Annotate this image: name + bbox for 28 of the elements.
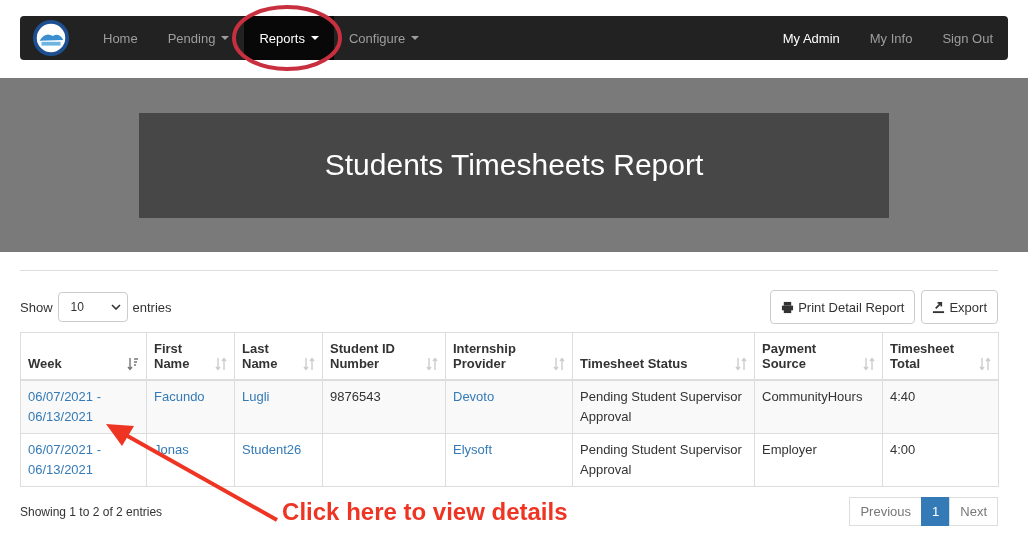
table-cell: Pending Student Supervisor Approval <box>580 442 742 477</box>
nav-item[interactable]: Sign Out <box>927 16 1008 60</box>
printer-icon <box>781 300 795 314</box>
nav-item[interactable]: My Info <box>854 16 928 60</box>
nav-item[interactable]: Home <box>88 16 153 60</box>
show-label: Show <box>20 299 53 315</box>
table-cell: 9876543 <box>330 389 381 404</box>
entries-label: entries <box>132 299 172 315</box>
nav-item[interactable]: My Admin <box>767 16 855 60</box>
table-cell: 4:00 <box>890 442 916 457</box>
callout-text: Click here to view details <box>282 497 568 526</box>
table-cell: Pending Student Supervisor Approval <box>580 389 742 424</box>
page-button[interactable]: 1 <box>921 497 951 526</box>
table-cell: Employer <box>762 442 817 457</box>
page-title: Students Timesheets Report <box>324 148 704 182</box>
table-cell: 4:40 <box>890 389 916 404</box>
chevron-icon <box>110 304 121 310</box>
seal-logo[interactable] <box>32 19 70 57</box>
print-button[interactable]: Print Detail Report <box>770 290 916 324</box>
nav-item[interactable]: Configure <box>333 16 435 60</box>
export-button[interactable]: Export <box>921 290 998 324</box>
entries-info: Showing 1 to 2 of 2 entries <box>20 504 163 519</box>
export-icon <box>932 300 946 314</box>
nav-item[interactable]: Pending <box>152 16 245 60</box>
nav-item[interactable]: Reports <box>244 16 334 60</box>
table-cell: CommunityHours <box>762 389 863 404</box>
page-button[interactable]: Next <box>949 497 998 526</box>
entries-select[interactable]: 10 <box>57 292 128 322</box>
